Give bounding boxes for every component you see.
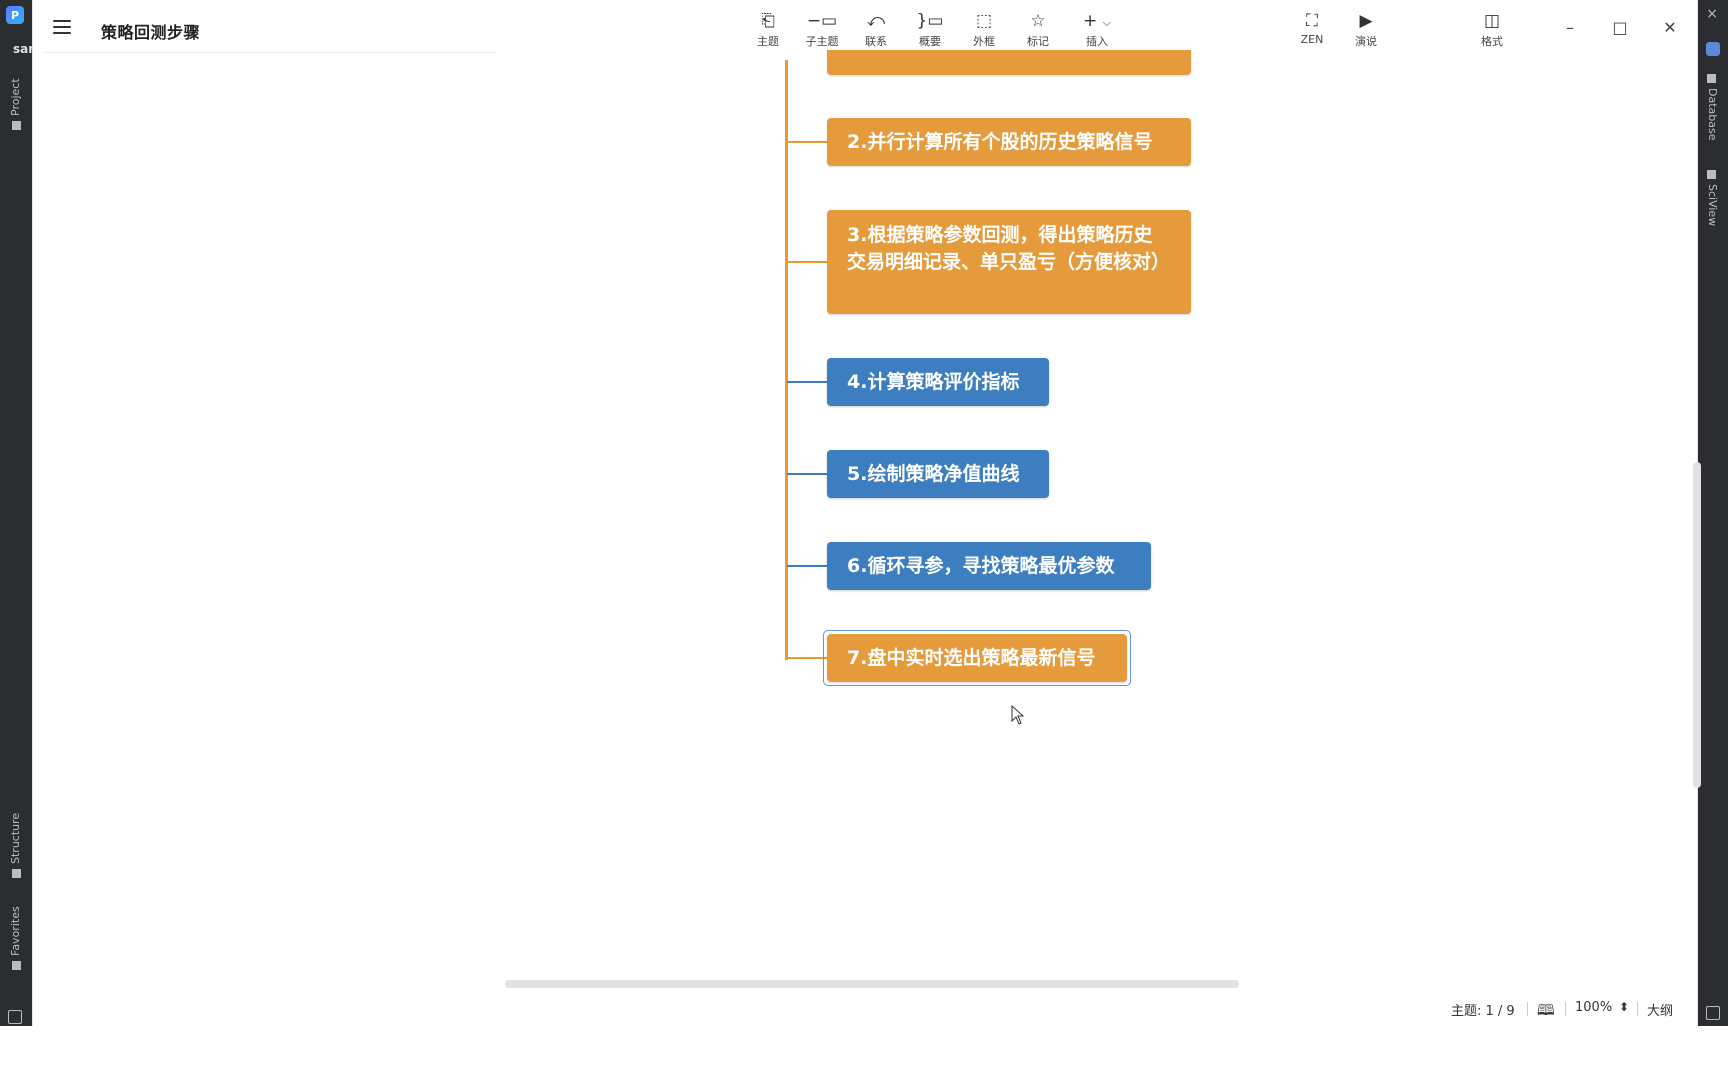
xmind-window: 策略回测步骤 ⎗ 主题 −▭ 子主题 ⤺ 联系 }▭ 概要 ⬚ 外框 ☆ 标记 … <box>32 0 1701 1026</box>
subtopic-icon: −▭ <box>806 11 838 31</box>
topic-text: 2.并行计算所有个股的历史策略信号 <box>847 130 1153 153</box>
relationship-button[interactable]: ⤺ 联系 <box>853 10 899 54</box>
folder-icon <box>11 121 21 130</box>
topic-count-status: 主题: 1 / 9 <box>1451 1004 1515 1019</box>
page-bottom-blank <box>0 1026 1728 1080</box>
branch-connector <box>787 565 827 567</box>
sciview-tab-label: SciView <box>1706 184 1719 227</box>
zoom-level[interactable]: 100% <box>1575 1000 1612 1015</box>
topic-node[interactable]: 2.并行计算所有个股的历史策略信号 <box>827 118 1191 166</box>
project-tab-label: Project <box>9 78 22 116</box>
present-icon: ▶︎ <box>1359 11 1373 31</box>
summary-button[interactable]: }▭ 概要 <box>907 10 953 54</box>
branch-trunk-line <box>785 60 788 660</box>
maximize-icon[interactable]: □ <box>1605 18 1635 42</box>
title-underline-divider <box>45 52 495 53</box>
branch-connector <box>787 473 827 475</box>
pitch-label: 演说 <box>1355 35 1377 48</box>
database-tab-label: Database <box>1706 88 1719 141</box>
structure-icon <box>11 869 21 878</box>
database-icon <box>1707 74 1717 83</box>
horizontal-scrollbar[interactable] <box>505 980 1239 988</box>
favorites-tool-tab[interactable]: Favorites <box>9 906 22 970</box>
ide-logo-icon: P <box>6 6 24 24</box>
insert-button[interactable]: + ⌵ 插入 <box>1069 10 1125 54</box>
mouse-cursor-icon <box>1011 705 1025 725</box>
status-divider <box>1565 1002 1566 1016</box>
boundary-button[interactable]: ⬚ 外框 <box>961 10 1007 54</box>
format-button[interactable]: ◫ 格式 <box>1469 10 1515 54</box>
status-divider <box>1527 1002 1528 1016</box>
topic-icon: ⎗ <box>761 11 775 31</box>
zen-label: ZEN <box>1300 33 1324 46</box>
document-title: 策略回测步骤 <box>101 23 201 42</box>
format-label: 格式 <box>1481 35 1503 48</box>
topic-text: 6.循环寻参，寻找策略最优参数 <box>847 554 1115 577</box>
topic-label: 主题 <box>757 35 779 48</box>
topic-text: 5.绘制策略净值曲线 <box>847 462 1020 485</box>
boundary-icon: ⬚ <box>975 11 993 31</box>
topic-text: 4.计算策略评价指标 <box>847 370 1020 393</box>
topic-node-partial[interactable] <box>827 50 1191 75</box>
zoom-stepper-icon[interactable]: ⬍ <box>1619 1000 1629 1014</box>
subtopic-button[interactable]: −▭ 子主题 <box>799 10 845 54</box>
hamburger-menu-icon[interactable] <box>53 20 71 36</box>
ide-project-name: sar <box>13 42 35 56</box>
sciview-icon <box>1707 170 1717 179</box>
pitch-button[interactable]: ▶︎ 演说 <box>1343 10 1389 54</box>
topic-node-selected[interactable]: 7.盘中实时选出策略最新信号 <box>827 634 1127 682</box>
map-book-icon[interactable]: 🕮︎ <box>1537 1000 1555 1025</box>
favorites-tab-label: Favorites <box>9 906 22 956</box>
vertical-scrollbar[interactable] <box>1693 462 1701 788</box>
topic-node[interactable]: 5.绘制策略净值曲线 <box>827 450 1049 498</box>
topic-button[interactable]: ⎗ 主题 <box>745 10 791 54</box>
boundary-label: 外框 <box>973 35 995 48</box>
fullscreen-icon: ⛶ <box>1306 11 1318 31</box>
plus-icon: + ⌵ <box>1083 11 1111 31</box>
topic-text: 7.盘中实时选出策略最新信号 <box>847 646 1096 669</box>
status-divider <box>1637 1002 1638 1016</box>
topic-node[interactable]: 3.根据策略参数回测，得出策略历史交易明细记录、单只盈亏（方便核对） <box>827 210 1191 314</box>
chevron-down-icon: ⌵ <box>1102 16 1111 29</box>
minimize-icon[interactable]: – <box>1555 18 1585 42</box>
ide-layout-icon[interactable] <box>8 1010 22 1024</box>
subtopic-label: 子主题 <box>805 35 839 48</box>
relationship-label: 联系 <box>865 35 887 48</box>
insert-label: 插入 <box>1086 35 1108 48</box>
topic-node[interactable]: 4.计算策略评价指标 <box>827 358 1049 406</box>
branch-connector <box>787 657 827 659</box>
ide-lock-icon[interactable] <box>1706 1006 1720 1020</box>
branch-connector <box>787 141 827 143</box>
database-tool-tab[interactable]: Database <box>1706 74 1719 141</box>
sciview-tool-tab[interactable]: SciView <box>1706 170 1719 226</box>
branch-connector <box>787 261 827 263</box>
summary-icon: }▭ <box>916 11 944 31</box>
structure-tool-tab[interactable]: Structure <box>9 813 22 878</box>
outline-toggle[interactable]: 大纲 <box>1647 1000 1673 1019</box>
project-tool-tab[interactable]: Project <box>9 78 22 130</box>
star-icon: ☆ <box>1030 11 1046 31</box>
topic-node[interactable]: 6.循环寻参，寻找策略最优参数 <box>827 542 1151 590</box>
marker-button[interactable]: ☆ 标记 <box>1015 10 1061 54</box>
relationship-icon: ⤺ <box>866 11 886 31</box>
zen-button[interactable]: ⛶ ZEN <box>1289 10 1335 54</box>
close-icon[interactable]: ✕ <box>1655 18 1685 42</box>
marker-label: 标记 <box>1027 35 1049 48</box>
structure-tab-label: Structure <box>9 812 22 864</box>
ide-left-toolwindow-bar: P sar Project Structure Favorites <box>0 0 35 1026</box>
format-panel-icon: ◫ <box>1483 11 1501 31</box>
plugin-shield-icon[interactable] <box>1706 42 1720 56</box>
ide-close-icon[interactable]: × <box>1706 6 1718 22</box>
summary-label: 概要 <box>919 35 941 48</box>
topic-text: 3.根据策略参数回测，得出策略历史交易明细记录、单只盈亏（方便核对） <box>847 224 1171 273</box>
branch-connector <box>787 381 827 383</box>
favorites-star-icon <box>11 961 21 970</box>
